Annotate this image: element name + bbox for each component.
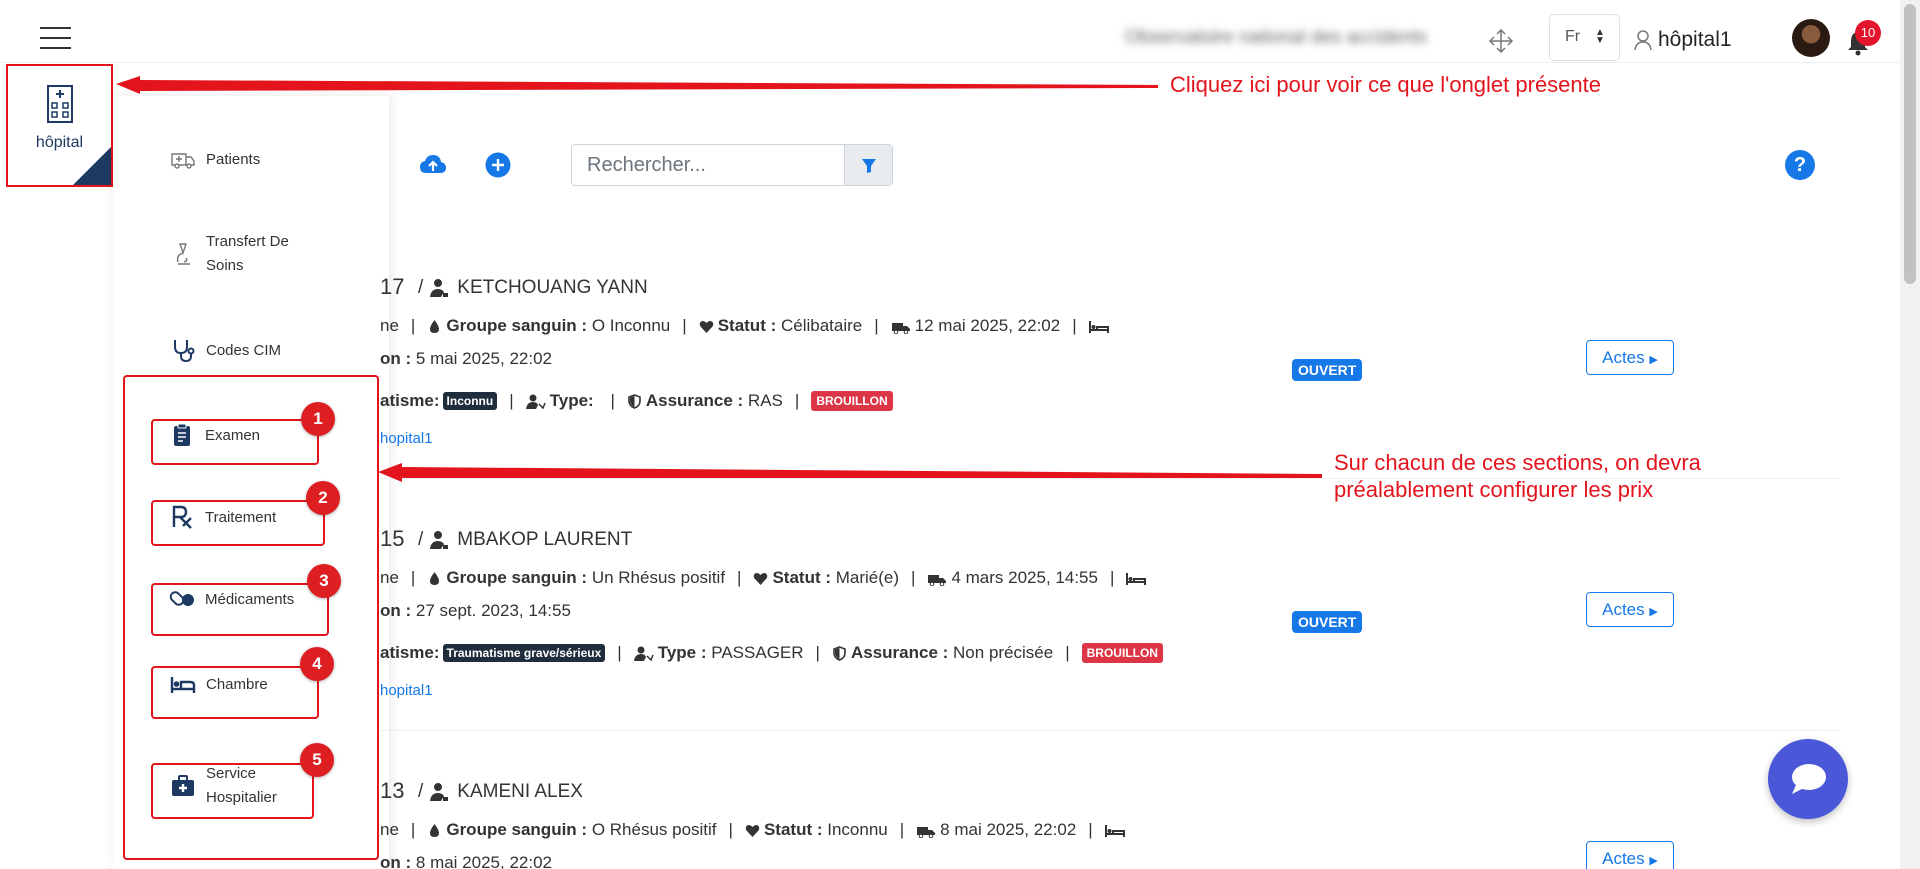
scrollbar-thumb[interactable] [1904,4,1916,284]
arrow-to-sections [378,463,1322,482]
chat-button[interactable] [1768,739,1848,819]
arrow-to-tile [116,76,1158,94]
annotation-sections-note-line2: préalablement configurer les prix [1334,477,1654,502]
chat-bubble-icon [1792,764,1826,794]
vertical-scrollbar[interactable] [1900,0,1920,869]
annotation-sections-note-line1: Sur chacun de ces sections, on devra [1334,450,1701,475]
annotation-arrows [116,76,1322,482]
annotation-tile-note: Cliquez ici pour voir ce que l'onglet pr… [1170,72,1601,97]
